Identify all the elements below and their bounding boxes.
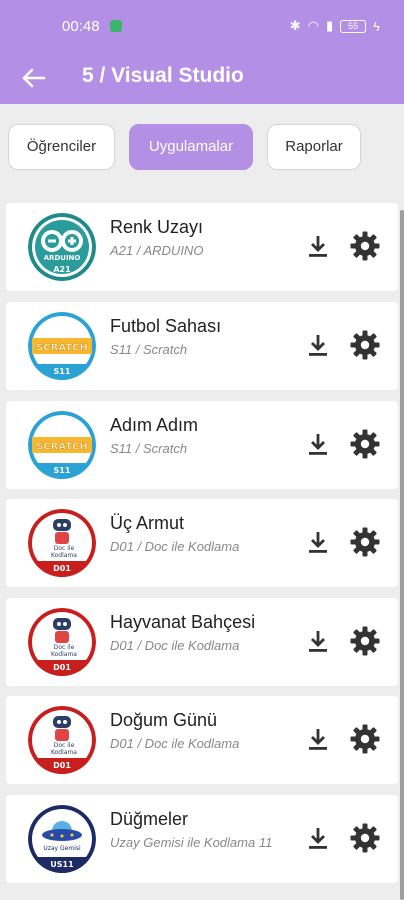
page-title: 5 / Visual Studio <box>82 64 244 87</box>
gear-icon <box>349 330 381 365</box>
doc-robot-logo: Doc ile Kodlama D01 <box>28 706 96 774</box>
download-button[interactable] <box>305 233 331 259</box>
doc-robot-logo: Doc ile Kodlama D01 <box>28 509 96 577</box>
svg-text:D01: D01 <box>53 564 71 573</box>
download-button[interactable] <box>305 628 331 654</box>
svg-text:Doc ile: Doc ile <box>54 742 75 749</box>
svg-text:Kodlama: Kodlama <box>51 552 77 559</box>
tab-ogrenciler[interactable]: Öğrenciler <box>8 124 115 170</box>
item-subtitle: S11 / Scratch <box>110 441 188 456</box>
arduino-logo: ARDUINO A21 <box>28 213 96 281</box>
gear-icon <box>349 429 381 464</box>
status-icons: ✱ ◠ ▮ 55 ϟ <box>290 18 380 34</box>
item-title: Futbol Sahası <box>110 316 222 336</box>
app-list-item[interactable]: Doc ile Kodlama D01 Hayvanat Bahçesi D01… <box>6 598 398 686</box>
svg-text:Uzay Gemisi: Uzay Gemisi <box>43 845 81 852</box>
ufo-logo: Uzay Gemisi US11 <box>28 805 96 873</box>
bluetooth-icon: ✱ <box>289 18 301 33</box>
svg-text:Kodlama: Kodlama <box>51 749 77 756</box>
settings-button[interactable] <box>349 428 381 460</box>
battery-icon: 55 <box>340 19 367 33</box>
item-title: Düğmeler <box>110 809 189 829</box>
download-button[interactable] <box>305 332 331 358</box>
item-subtitle: D01 / Doc ile Kodlama <box>110 539 240 554</box>
download-button[interactable] <box>305 431 331 457</box>
gear-icon <box>349 231 381 266</box>
item-title: Üç Armut <box>110 513 185 533</box>
download-icon <box>305 434 331 461</box>
download-button[interactable] <box>305 726 331 752</box>
status-bar: 00:48 ✱ ◠ ▮ 55 ϟ <box>0 0 404 52</box>
signal-icon: ▮ <box>325 18 334 33</box>
item-title: Hayvanat Bahçesi <box>110 612 256 632</box>
download-icon <box>305 532 331 559</box>
download-icon <box>305 729 331 756</box>
download-button[interactable] <box>305 529 331 555</box>
svg-text:D01: D01 <box>53 761 71 770</box>
settings-button[interactable] <box>349 625 381 657</box>
scratch-logo: SCRATCH S11 <box>28 312 96 380</box>
item-title: Doğum Günü <box>110 710 218 730</box>
charging-icon: ϟ <box>373 18 380 34</box>
app-bar: 5 / Visual Studio <box>0 52 404 104</box>
app-list-item[interactable]: SCRATCH S11 Futbol Sahası S11 / Scratch <box>6 302 398 390</box>
download-icon <box>305 828 331 855</box>
item-subtitle: D01 / Doc ile Kodlama <box>110 638 240 653</box>
svg-text:SCRATCH: SCRATCH <box>36 442 88 453</box>
scratch-logo: SCRATCH S11 <box>28 411 96 479</box>
back-button[interactable] <box>18 62 50 94</box>
app-list-item[interactable]: Uzay Gemisi US11 Düğmeler Uzay Gemisi il… <box>6 795 398 883</box>
tab-raporlar[interactable]: Raporlar <box>267 124 361 170</box>
item-title: Renk Uzayı <box>110 217 204 237</box>
settings-button[interactable] <box>349 329 381 361</box>
svg-text:S11: S11 <box>54 367 71 376</box>
svg-text:Doc ile: Doc ile <box>54 644 75 651</box>
app-list-item[interactable]: Doc ile Kodlama D01 Üç Armut D01 / Doc i… <box>6 499 398 587</box>
app-list-item[interactable]: Doc ile Kodlama D01 Doğum Günü D01 / Doc… <box>6 696 398 784</box>
scrollbar[interactable] <box>400 210 404 900</box>
item-subtitle: D01 / Doc ile Kodlama <box>110 736 240 751</box>
settings-button[interactable] <box>349 230 381 262</box>
settings-button[interactable] <box>349 526 381 558</box>
gear-icon <box>349 724 381 759</box>
gear-icon <box>349 823 381 858</box>
svg-text:D01: D01 <box>53 663 71 672</box>
svg-text:Doc ile: Doc ile <box>54 545 75 552</box>
svg-text:S11: S11 <box>54 466 71 475</box>
item-subtitle: S11 / Scratch <box>110 342 188 357</box>
download-icon <box>305 335 331 362</box>
item-title: Adım Adım <box>110 415 199 435</box>
download-icon <box>305 236 331 263</box>
notification-app-icon <box>110 20 122 32</box>
back-arrow-icon <box>22 68 46 88</box>
app-list-item[interactable]: ARDUINO A21 Renk Uzayı A21 / ARDUINO <box>6 203 398 291</box>
download-button[interactable] <box>305 825 331 851</box>
wifi-icon: ◠ <box>307 18 319 33</box>
gear-icon <box>349 626 381 661</box>
download-icon <box>305 631 331 658</box>
svg-text:A21: A21 <box>53 265 71 274</box>
gear-icon <box>349 527 381 562</box>
settings-button[interactable] <box>349 723 381 755</box>
svg-text:Kodlama: Kodlama <box>51 651 77 658</box>
item-subtitle: A21 / ARDUINO <box>110 243 204 258</box>
svg-text:ARDUINO: ARDUINO <box>44 254 81 262</box>
settings-button[interactable] <box>349 822 381 854</box>
tab-uygulamalar[interactable]: Uygulamalar <box>129 124 253 170</box>
status-time: 00:48 <box>62 18 100 35</box>
doc-robot-logo: Doc ile Kodlama D01 <box>28 608 96 676</box>
svg-text:SCRATCH: SCRATCH <box>36 343 88 354</box>
svg-text:US11: US11 <box>50 860 74 869</box>
app-list-item[interactable]: SCRATCH S11 Adım Adım S11 / Scratch <box>6 401 398 489</box>
item-subtitle: Uzay Gemisi ile Kodlama 11 <box>110 835 273 850</box>
